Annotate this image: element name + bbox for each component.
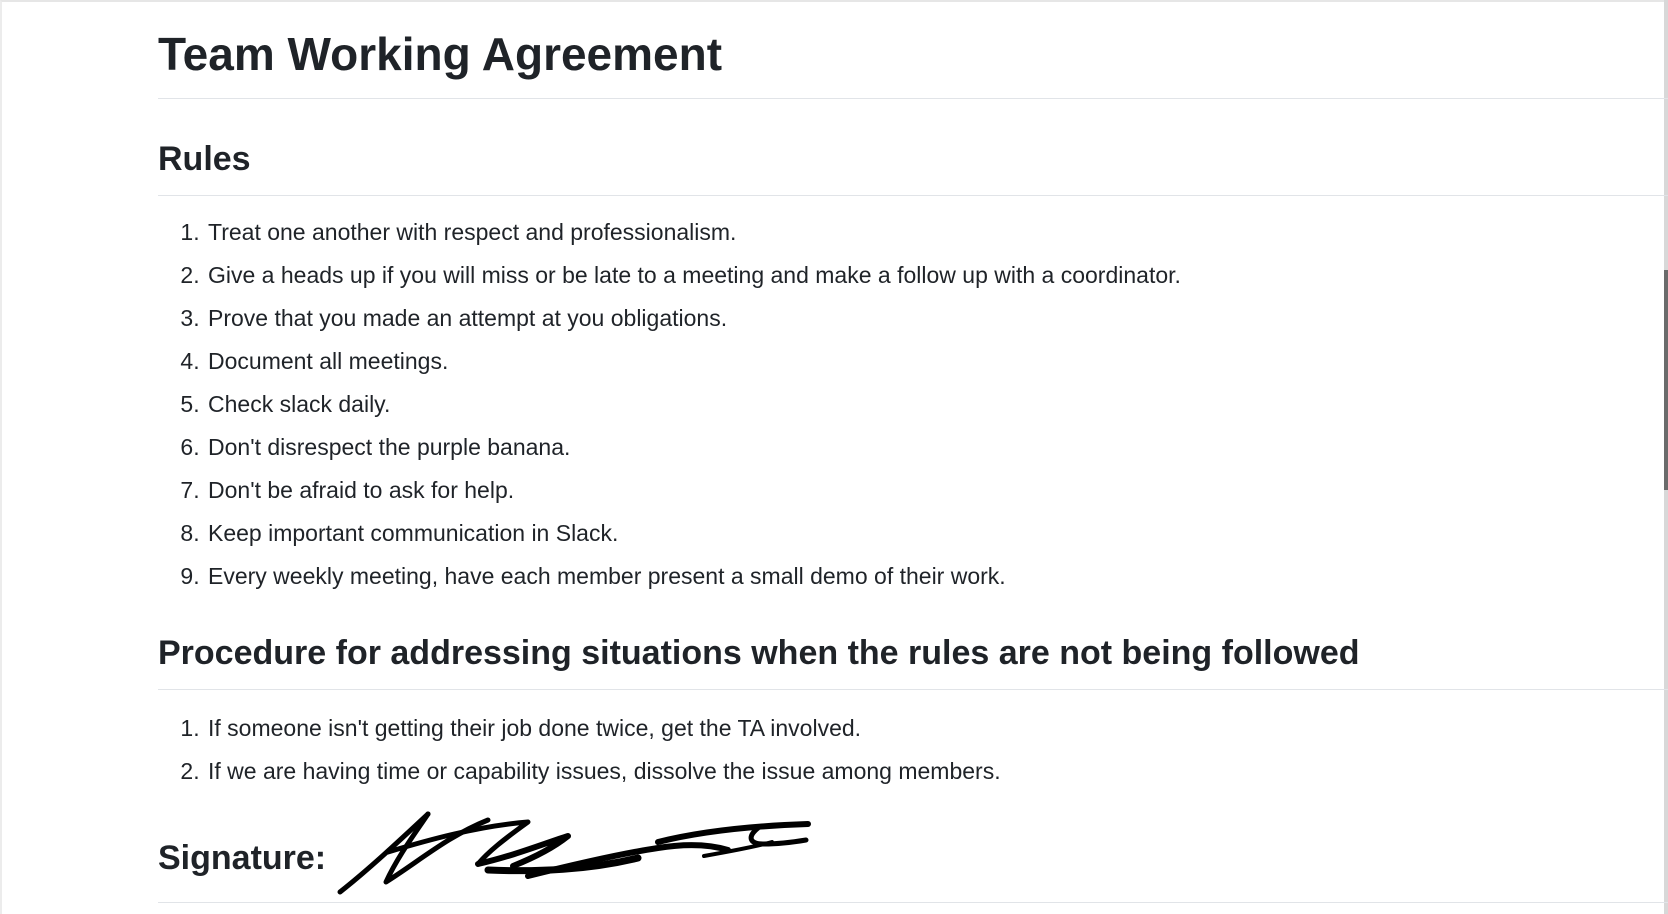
list-item: Treat one another with respect and profe…: [206, 216, 1668, 249]
rules-heading: Rules: [158, 99, 1668, 196]
list-item: Prove that you made an attempt at you ob…: [206, 302, 1668, 335]
list-item: Don't be afraid to ask for help.: [206, 474, 1668, 507]
list-item: If we are having time or capability issu…: [206, 755, 1668, 788]
signature-label: Signature:: [158, 839, 327, 877]
procedure-heading: Procedure for addressing situations when…: [158, 603, 1668, 690]
page-title: Team Working Agreement: [158, 0, 1668, 99]
list-item: Give a heads up if you will miss or be l…: [206, 259, 1668, 292]
list-item: Don't disrespect the purple banana.: [206, 431, 1668, 464]
list-item: Document all meetings.: [206, 345, 1668, 378]
handwritten-signature: [337, 811, 811, 895]
rules-list: Treat one another with respect and profe…: [158, 196, 1668, 593]
markdown-body: Team Working Agreement Rules Treat one a…: [158, 0, 1668, 903]
signature-row: Signature:: [158, 802, 1668, 903]
procedure-list: If someone isn't getting their job done …: [158, 690, 1668, 788]
list-item: Keep important communication in Slack.: [206, 517, 1668, 550]
list-item: Every weekly meeting, have each member p…: [206, 560, 1668, 593]
list-item: Check slack daily.: [206, 388, 1668, 421]
list-item: If someone isn't getting their job done …: [206, 712, 1668, 745]
